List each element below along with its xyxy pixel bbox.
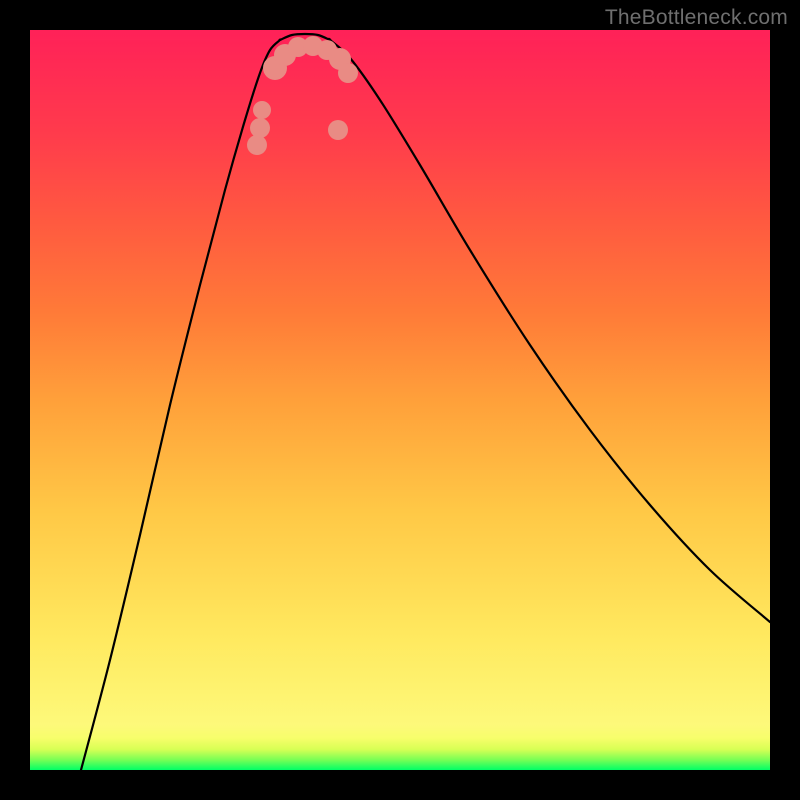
watermark-text: TheBottleneck.com: [605, 6, 788, 30]
plot-area: [30, 30, 770, 770]
data-markers-group: [30, 30, 770, 770]
chart-frame: TheBottleneck.com: [0, 0, 800, 800]
data-marker: [338, 63, 358, 83]
data-marker: [253, 101, 271, 119]
data-marker: [328, 120, 348, 140]
data-marker: [250, 118, 270, 138]
data-marker: [247, 135, 267, 155]
